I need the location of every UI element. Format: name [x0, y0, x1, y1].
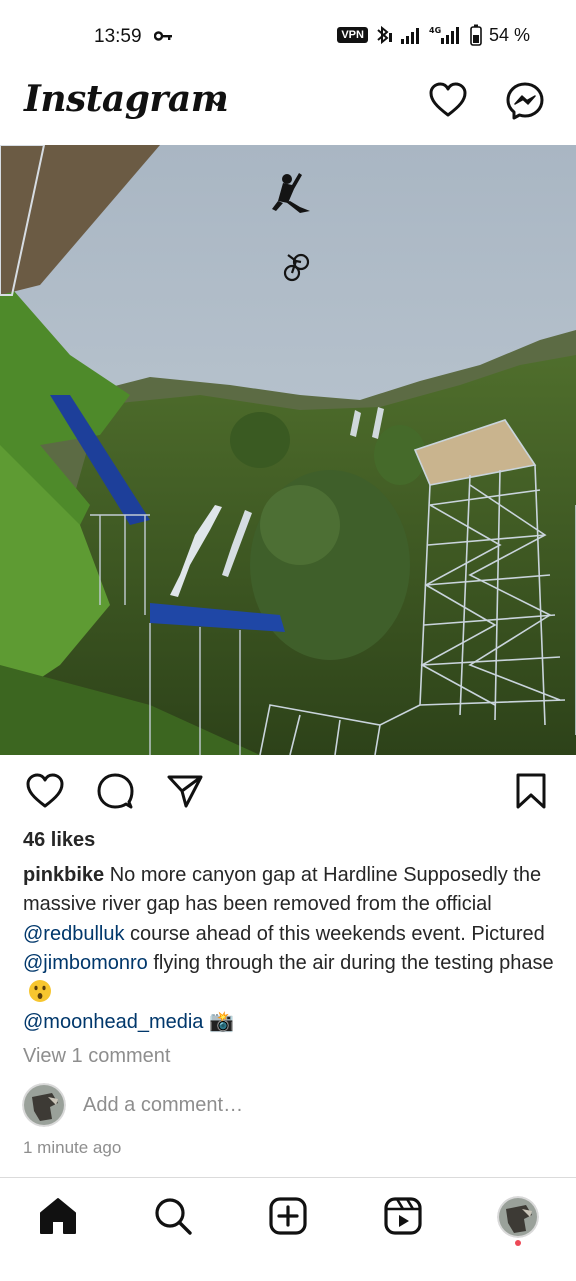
status-bar: 13:59 VPN 4G 54 % — [0, 0, 576, 72]
post-timestamp: 1 minute ago — [23, 1138, 122, 1157]
post-actions — [0, 768, 576, 818]
chevron-down-icon[interactable] — [208, 96, 226, 108]
like-heart-icon[interactable] — [25, 772, 65, 810]
search-icon[interactable] — [153, 1196, 193, 1236]
app-header: Instagram — [0, 72, 576, 144]
caption-text-3: flying through the air during the testin… — [147, 952, 554, 975]
create-post-icon[interactable] — [268, 1196, 308, 1236]
share-icon[interactable] — [166, 772, 204, 810]
vpn-badge: VPN — [337, 27, 368, 43]
notification-dot — [515, 1240, 521, 1246]
home-icon[interactable] — [38, 1196, 78, 1236]
mention-jimbomonro[interactable]: @jimbomonro — [23, 952, 148, 974]
hushed-face-emoji-icon — [29, 979, 51, 1002]
status-icons: VPN 4G 54 % — [337, 24, 530, 46]
save-bookmark-icon[interactable] — [515, 772, 547, 810]
reels-icon[interactable] — [383, 1196, 423, 1236]
key-icon — [154, 31, 172, 41]
user-avatar — [22, 1083, 66, 1127]
battery-icon — [470, 24, 482, 46]
profile-avatar[interactable] — [497, 1196, 539, 1238]
mention-moonhead-media[interactable]: @moonhead_media — [23, 1011, 203, 1033]
camera-flash-emoji-icon: 📸 — [208, 1011, 234, 1034]
likes-count[interactable]: 46 likes — [23, 829, 95, 852]
instagram-logo[interactable]: Instagram — [24, 78, 229, 120]
post-image[interactable] — [0, 145, 576, 755]
messenger-icon[interactable] — [505, 81, 545, 121]
heart-icon[interactable] — [428, 81, 468, 119]
mention-redbulluk[interactable]: @redbulluk — [23, 923, 124, 945]
comment-icon[interactable] — [96, 772, 134, 810]
view-comments-link[interactable]: View 1 comment — [23, 1045, 170, 1068]
post-caption: pinkbike No more canyon gap at Hardline … — [23, 861, 558, 1037]
bottom-nav — [0, 1177, 576, 1281]
status-time: 13:59 — [94, 26, 142, 47]
add-comment-input[interactable]: Add a comment… — [83, 1094, 243, 1117]
svg-text:4G: 4G — [429, 26, 441, 35]
bluetooth-icon — [377, 25, 392, 45]
caption-username[interactable]: pinkbike — [23, 864, 104, 886]
battery-percent: 54 % — [488, 24, 530, 45]
4g-signal-icon: 4G — [429, 26, 459, 44]
signal-icon — [400, 28, 419, 44]
post-photo — [0, 145, 576, 755]
caption-text-2: course ahead of this weekends event. Pic… — [124, 922, 545, 945]
